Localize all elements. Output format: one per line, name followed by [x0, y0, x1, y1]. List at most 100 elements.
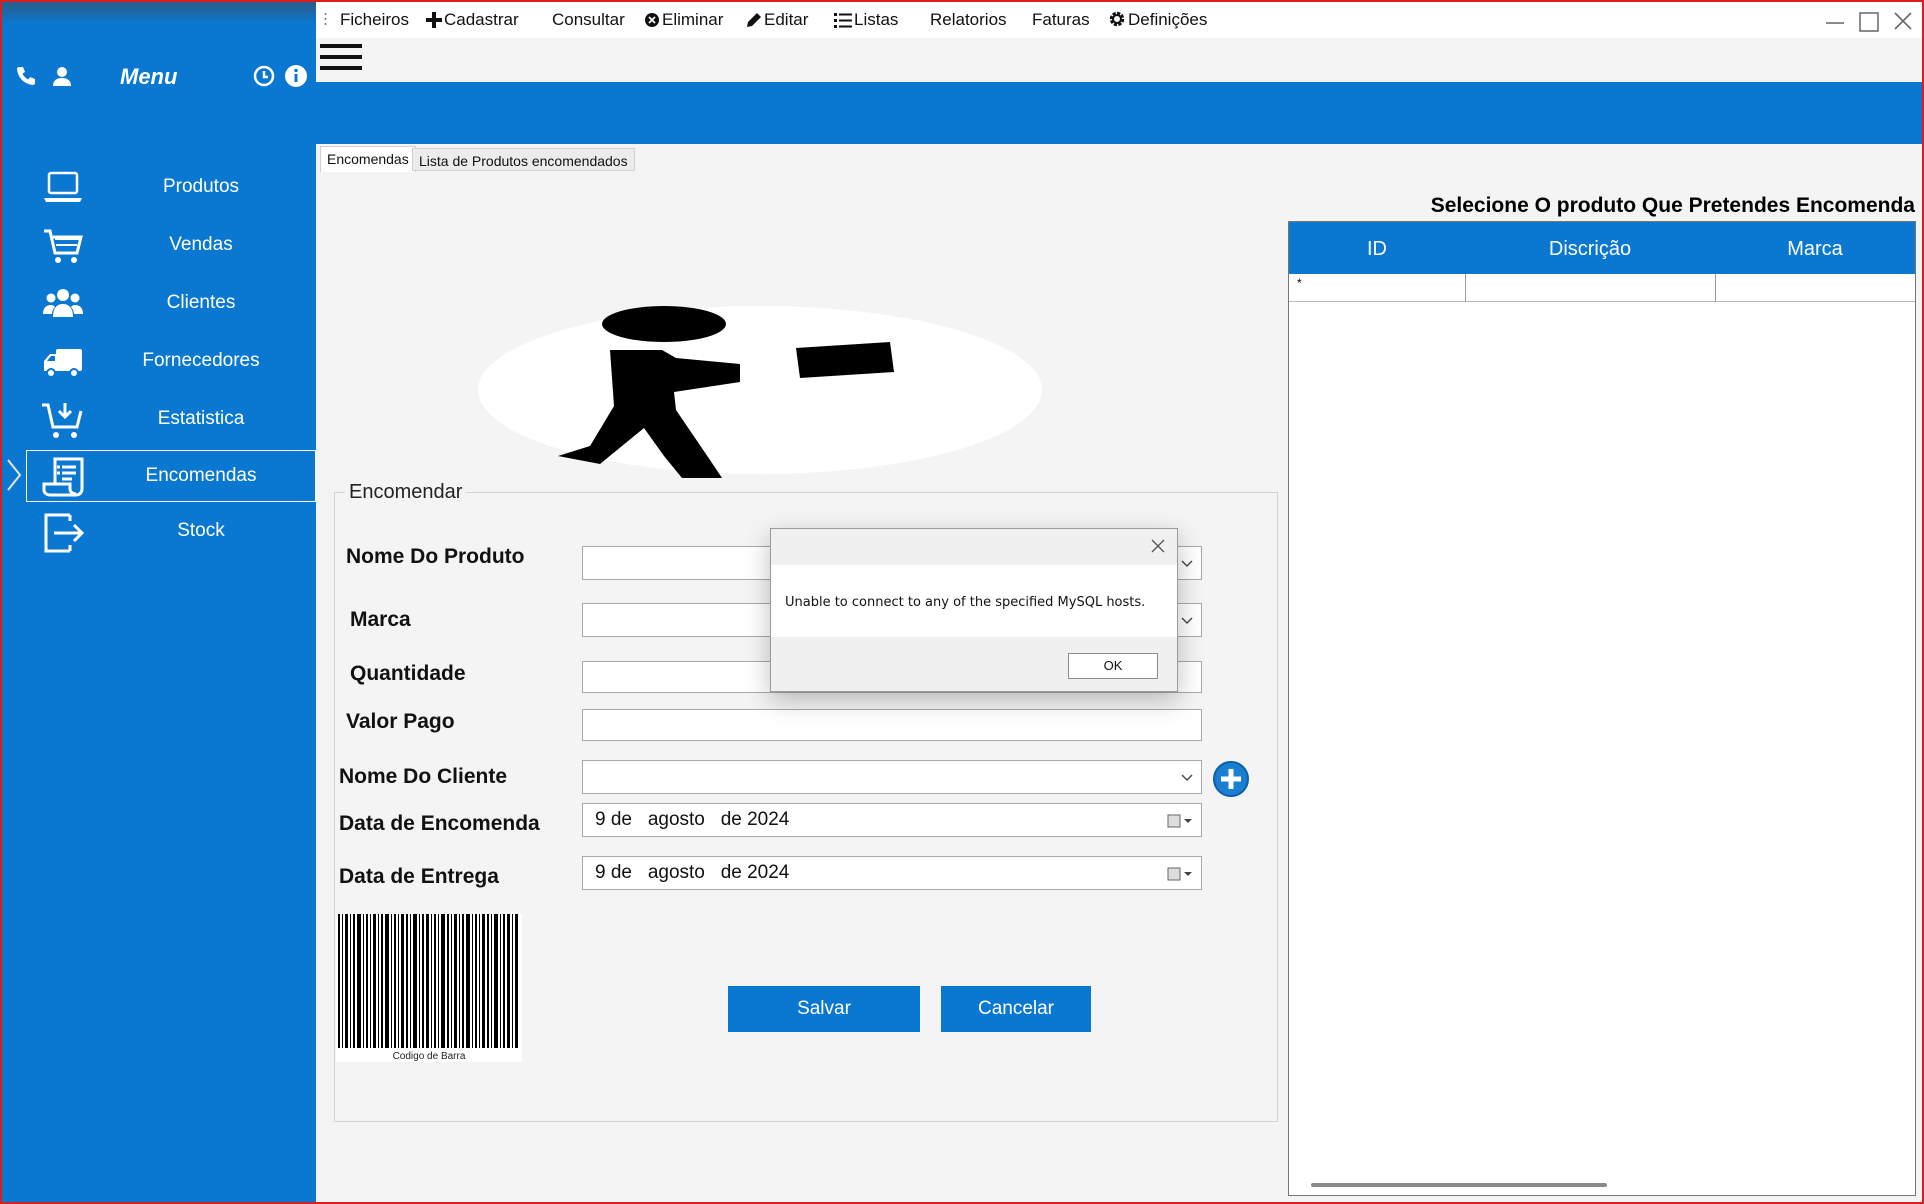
cart-icon [44, 229, 83, 263]
menu-faturas[interactable]: Faturas [1032, 10, 1090, 30]
app-window: Menu Produtos Vendas Clientes Fornecedor… [0, 0, 1924, 1204]
menu-listas[interactable]: Listas [834, 10, 898, 30]
sidebar-item-stock[interactable]: Stock [26, 506, 316, 558]
product-grid[interactable]: ID Discrição Marca * [1288, 221, 1916, 1196]
add-client-icon[interactable] [1212, 760, 1250, 798]
column-header-id[interactable]: ID [1289, 238, 1465, 261]
sidebar-item-fornecedores[interactable]: Fornecedores [26, 336, 316, 388]
menu-ficheiros[interactable]: Ficheiros [340, 10, 409, 30]
delivery-date-value: 9 de agosto de 2024 [595, 862, 790, 883]
sidebar-item-produtos[interactable]: Produtos [26, 162, 316, 214]
chevron-down-icon[interactable] [1179, 555, 1195, 571]
chevron-down-icon[interactable] [1179, 612, 1195, 628]
menu-label: Cadastrar [444, 10, 519, 29]
barcode-image: Codigo de Barra [336, 914, 522, 1062]
label-nome-produto: Nome Do Produto [346, 545, 525, 568]
minimize-icon[interactable] [1820, 8, 1850, 36]
tab-encomendas[interactable]: Encomendas [320, 146, 416, 172]
delivery-date-picker[interactable]: 9 de agosto de 2024 [582, 856, 1202, 890]
menu-label: Eliminar [662, 10, 724, 29]
barcode-icon [338, 914, 518, 1048]
grid-header: ID Discrição Marca [1289, 222, 1915, 274]
hamburger-menu-icon[interactable] [320, 42, 364, 72]
cancel-button[interactable]: Cancelar [941, 986, 1091, 1032]
sidebar-item-label: Vendas [169, 234, 233, 255]
menu-relatorios[interactable]: Relatorios [930, 10, 1007, 30]
error-dialog: Unable to connect to any of the specifie… [770, 528, 1178, 692]
menu-cadastrar[interactable]: Cadastrar [426, 10, 519, 30]
save-button[interactable]: Salvar [728, 986, 920, 1032]
label-quantidade: Quantidade [350, 662, 466, 685]
dialog-body: Unable to connect to any of the specifie… [771, 565, 1177, 637]
gear-icon [1109, 11, 1125, 27]
ok-button[interactable]: OK [1068, 653, 1158, 679]
tab-lista-produtos[interactable]: Lista de Produtos encomendados [412, 148, 635, 171]
order-date-picker[interactable]: 9 de agosto de 2024 [582, 803, 1202, 837]
maximize-icon[interactable] [1854, 8, 1884, 36]
calendar-dropdown-icon[interactable] [1167, 865, 1193, 883]
calendar-dropdown-icon[interactable] [1167, 812, 1193, 830]
menu-label: Consultar [552, 10, 625, 29]
truck-icon [44, 349, 82, 378]
receipt-icon [42, 457, 84, 497]
sidebar-item-label: Clientes [166, 292, 236, 313]
clock-icon[interactable] [252, 64, 276, 88]
column-header-marca[interactable]: Marca [1715, 238, 1915, 261]
sidebar-item-label: Produtos [162, 176, 240, 197]
pencil-icon [747, 13, 761, 27]
new-row-marker: * [1297, 276, 1302, 290]
column-header-discricao[interactable]: Discrição [1465, 238, 1715, 261]
sidebar-item-label: Encomendas [145, 465, 257, 486]
header-band [316, 82, 1922, 144]
grip-icon [324, 13, 327, 25]
sidebar-item-label: Fornecedores [142, 350, 260, 371]
sidebar-item-clientes[interactable]: Clientes [26, 278, 316, 330]
label-data-entrega: Data de Entrega [339, 865, 499, 888]
delivery-man-logo [478, 306, 1042, 478]
menu-bar: Ficheiros Cadastrar Consultar Eliminar E… [316, 2, 1922, 38]
user-icon[interactable] [50, 64, 74, 88]
menu-editar[interactable]: Editar [746, 10, 808, 30]
label-valor-pago: Valor Pago [346, 710, 455, 733]
label-marca: Marca [350, 608, 411, 631]
order-date-value: 9 de agosto de 2024 [595, 809, 790, 830]
client-name-combobox[interactable] [582, 760, 1202, 794]
menu-definicoes[interactable]: Definições [1108, 10, 1207, 30]
export-icon [44, 513, 85, 553]
horizontal-scrollbar[interactable] [1311, 1183, 1607, 1187]
menu-eliminar[interactable]: Eliminar [644, 10, 723, 30]
menu-consultar[interactable]: Consultar [552, 10, 625, 30]
users-icon [43, 289, 83, 317]
menu-label: Listas [854, 10, 899, 29]
amount-paid-input[interactable] [582, 709, 1202, 741]
close-icon[interactable] [1149, 537, 1167, 555]
table-row[interactable]: * [1289, 274, 1915, 302]
sidebar: Menu Produtos Vendas Clientes Fornecedor… [2, 2, 316, 1202]
menu-label: Definições [1128, 10, 1208, 29]
menu-title: Menu [120, 64, 178, 89]
cell-divider [1465, 274, 1466, 302]
info-icon[interactable] [284, 64, 308, 88]
menu-label: Faturas [1032, 10, 1090, 29]
sidebar-item-label: Stock [177, 520, 225, 541]
menu-label: Ficheiros [340, 10, 409, 29]
sidebar-item-label: Estatistica [157, 408, 245, 429]
cell-divider [1715, 274, 1716, 302]
barcode-caption: Codigo de Barra [392, 1051, 466, 1062]
menu-label: Relatorios [930, 10, 1007, 29]
sidebar-item-encomendas[interactable]: Encomendas [26, 450, 316, 502]
label-data-encomenda: Data de Encomenda [339, 812, 540, 835]
group-legend: Encomendar [345, 481, 467, 504]
sidebar-item-estatistica[interactable]: Estatistica [26, 394, 316, 446]
delete-circle-icon [645, 13, 659, 27]
product-selection-title: Selecione O produto Que Pretendes Encome… [1430, 194, 1915, 217]
laptop-icon [44, 171, 82, 202]
cart-download-icon [42, 403, 83, 438]
close-icon[interactable] [1888, 8, 1918, 36]
label-nome-cliente: Nome Do Cliente [339, 765, 508, 788]
sidebar-item-vendas[interactable]: Vendas [26, 220, 316, 272]
phone-icon[interactable] [14, 64, 38, 88]
chevron-down-icon[interactable] [1179, 769, 1195, 785]
menu-label: Editar [764, 10, 809, 29]
plus-icon [426, 12, 442, 28]
